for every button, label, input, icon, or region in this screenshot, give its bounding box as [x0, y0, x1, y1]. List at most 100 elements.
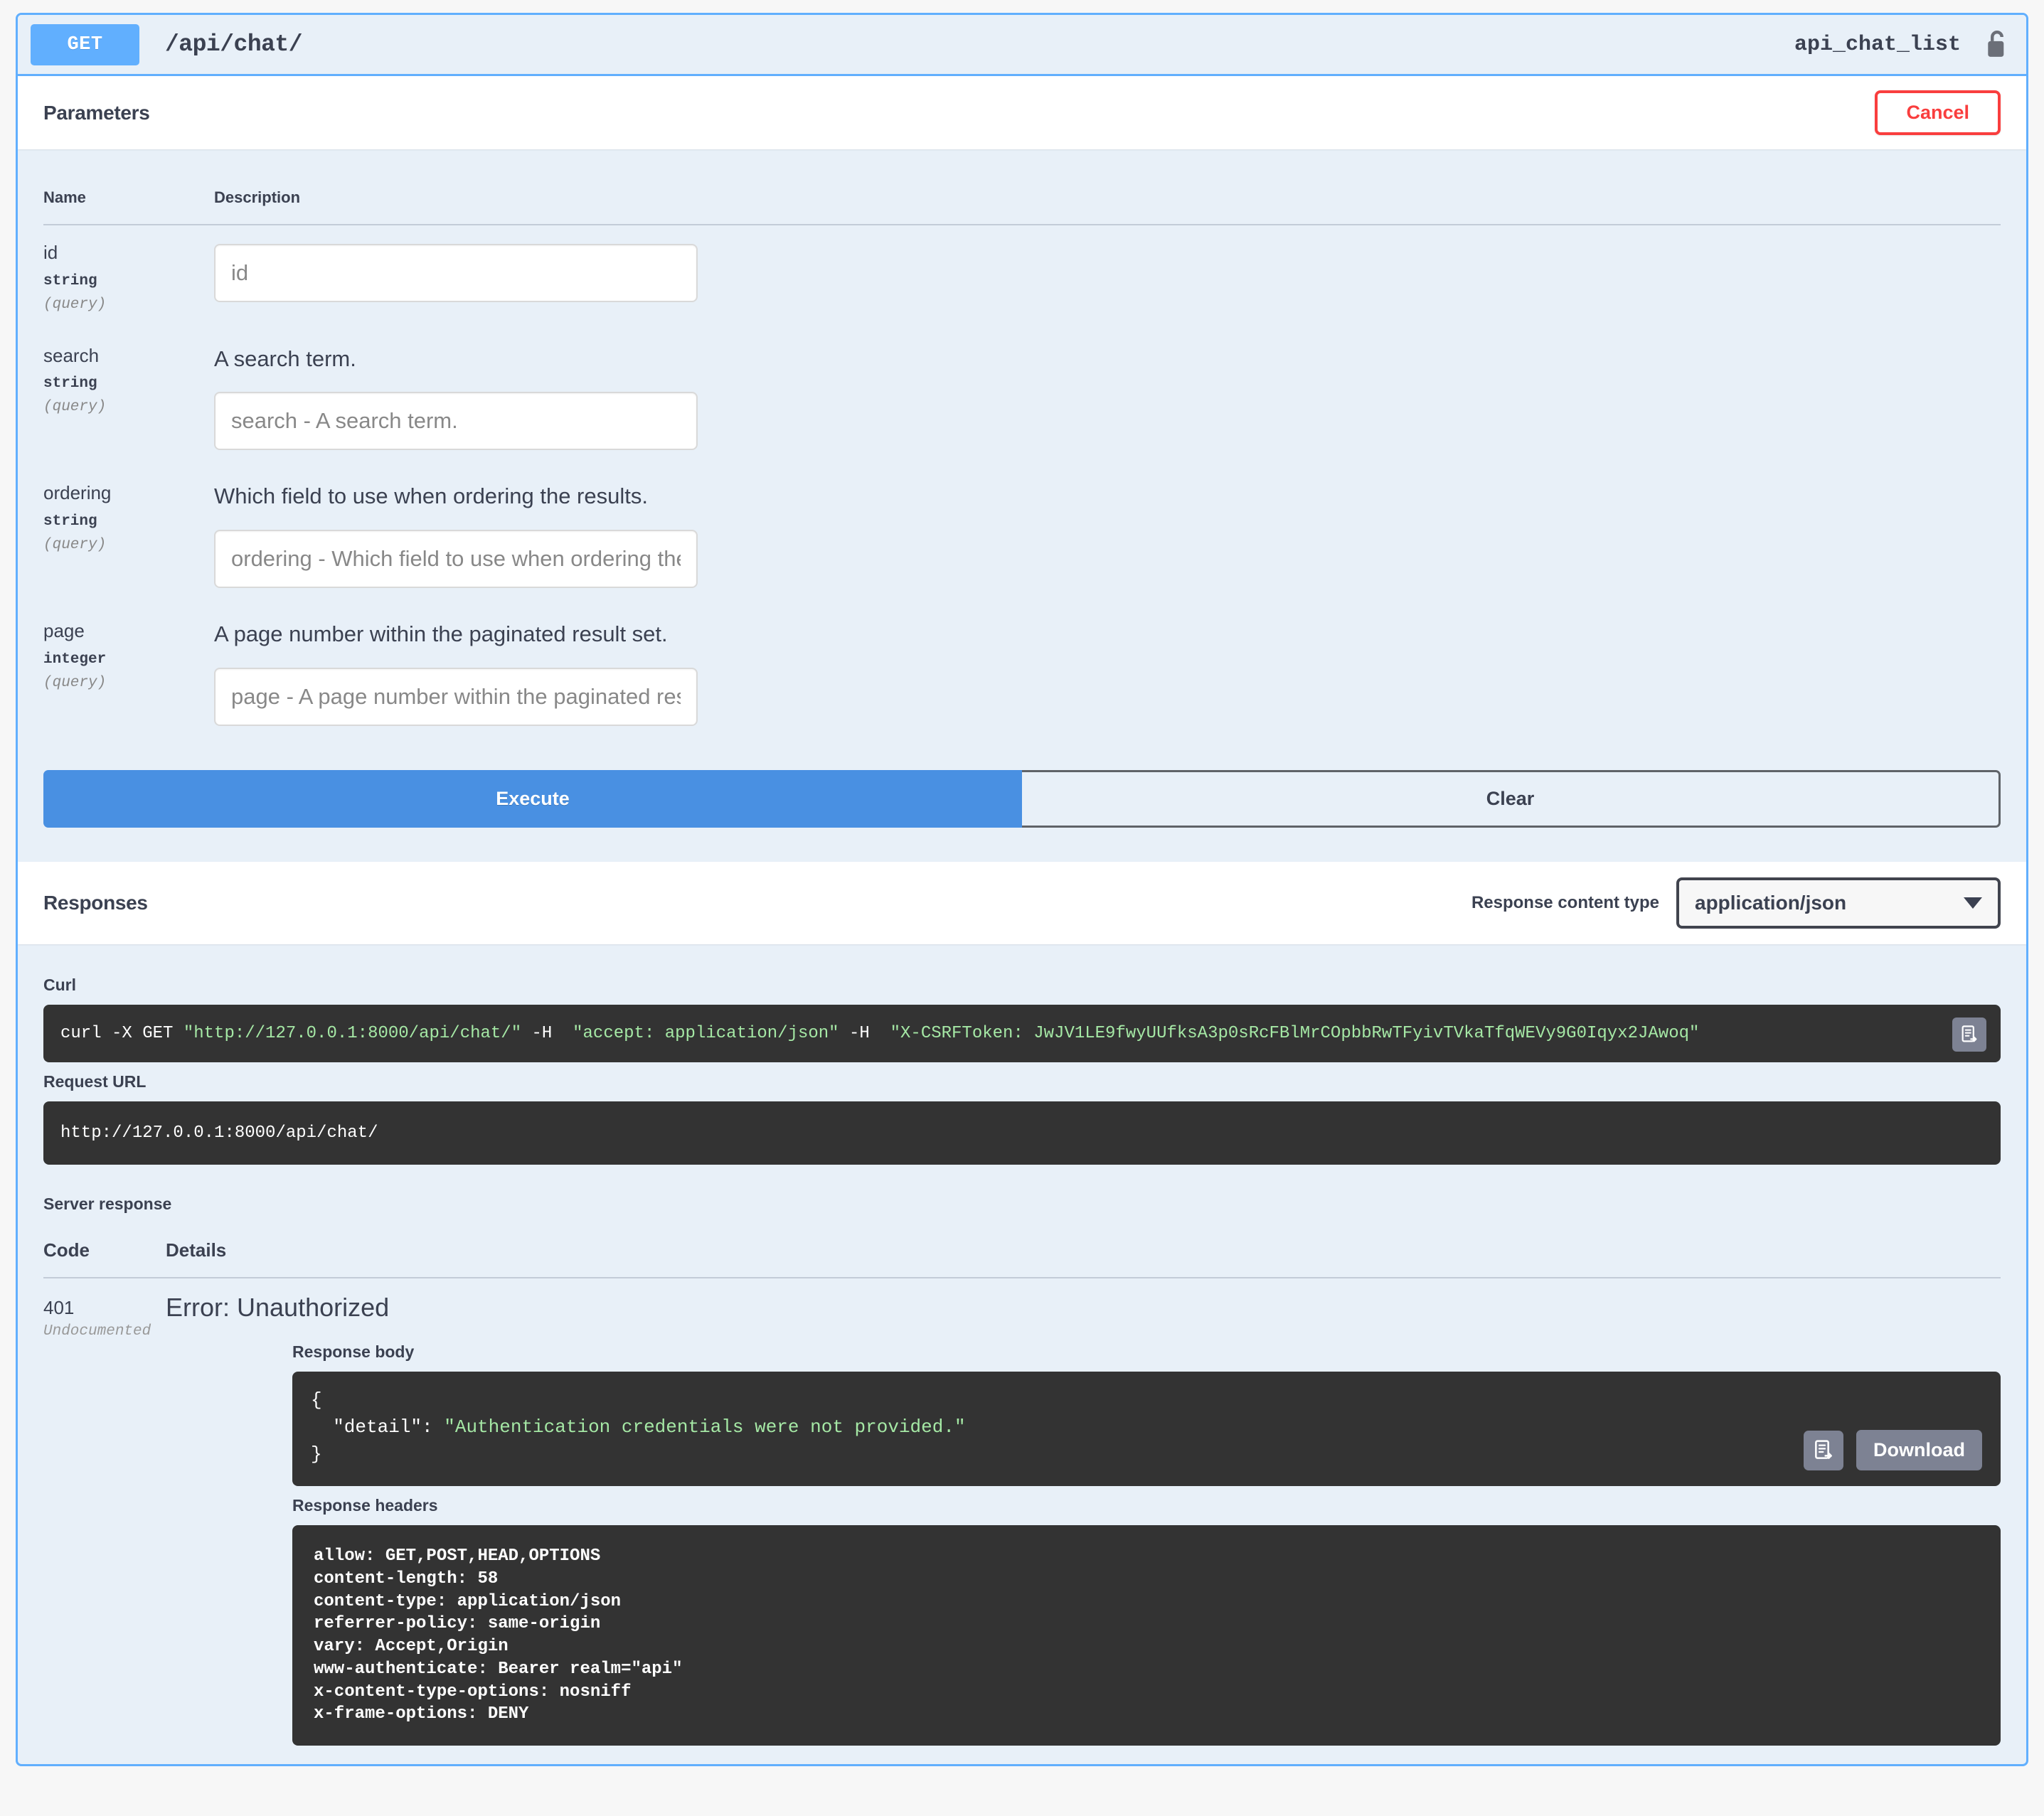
response-content-type-value: application/json — [1695, 892, 1951, 914]
parameter-location: (query) — [43, 537, 214, 553]
response-body-actions: Download — [1804, 1430, 1982, 1470]
parameter-name: ordering — [43, 481, 214, 505]
parameter-name-cell: ordering string (query) — [43, 466, 214, 604]
undocumented-badge: Undocumented — [43, 1323, 166, 1340]
table-row: ordering string (query) Which field to u… — [43, 466, 2001, 604]
parameters-header-row: Name Description — [43, 149, 2001, 225]
copy-to-clipboard-icon — [1812, 1439, 1835, 1462]
parameter-location: (query) — [43, 675, 214, 691]
parameters-body: Name Description id string (query) — [18, 149, 2026, 770]
column-header-name: Name — [43, 149, 214, 225]
curl-command-block: curl -X GET "http://127.0.0.1:8000/api/c… — [43, 1005, 2001, 1062]
body-close-brace: } — [311, 1443, 322, 1465]
search-input-id[interactable] — [214, 244, 698, 302]
parameter-type: string — [43, 273, 214, 289]
body-open-brace: { — [311, 1389, 322, 1411]
server-response-header-row: Code Details — [43, 1227, 2001, 1278]
parameter-description-cell — [214, 225, 2001, 329]
unlock-icon — [1985, 29, 2009, 60]
response-code-cell: 401 Undocumented — [43, 1278, 166, 1745]
parameter-type: string — [43, 375, 214, 392]
parameter-description: Which field to use when ordering the res… — [214, 481, 2001, 511]
parameter-location: (query) — [43, 297, 214, 313]
copy-to-clipboard-icon — [1959, 1025, 1979, 1045]
parameters-section-header: Parameters Cancel — [18, 76, 2026, 149]
parameter-name-cell: id string (query) — [43, 225, 214, 329]
operation-id: api_chat_list — [1794, 33, 1961, 57]
curl-separator-1: -H — [521, 1024, 573, 1043]
header-line: x-content-type-options: nosniff — [314, 1682, 631, 1702]
parameter-name-cell: search string (query) — [43, 329, 214, 466]
header-line: referrer-policy: same-origin — [314, 1614, 600, 1633]
parameter-location: (query) — [43, 399, 214, 415]
curl-prefix: curl -X GET — [60, 1024, 183, 1043]
header-line: vary: Accept,Origin — [314, 1637, 509, 1656]
server-response-table: Code Details 401 Undocumented Error: Una… — [43, 1227, 2001, 1745]
table-row: page integer (query) A page number withi… — [43, 604, 2001, 742]
download-button[interactable]: Download — [1856, 1430, 1982, 1470]
response-body-label: Response body — [292, 1342, 2001, 1362]
parameters-table-body: id string (query) search string (query) — [43, 225, 2001, 742]
body-detail-key: "detail": — [311, 1416, 444, 1438]
response-content-type-select[interactable]: application/json — [1676, 877, 2001, 929]
clear-button[interactable]: Clear — [1022, 770, 2001, 828]
parameter-type: string — [43, 513, 214, 530]
header-line: x-frame-options: DENY — [314, 1704, 528, 1724]
parameters-table: Name Description id string (query) — [43, 149, 2001, 742]
responses-section-header: Responses Response content type applicat… — [18, 862, 2026, 944]
request-url-label: Request URL — [43, 1072, 2001, 1091]
parameter-description-cell: A search term. — [214, 329, 2001, 466]
response-headers-block: allow: GET,POST,HEAD,OPTIONS content-len… — [292, 1525, 2001, 1745]
curl-label: Curl — [43, 976, 2001, 995]
bottom-spacer — [43, 1746, 2001, 1764]
search-input-ordering[interactable] — [214, 530, 698, 588]
operation-path: /api/chat/ — [165, 31, 302, 58]
parameter-name: page — [43, 619, 214, 643]
search-input-search[interactable] — [214, 392, 698, 450]
copy-response-body-button[interactable] — [1804, 1431, 1843, 1470]
execute-button-row: Execute Clear — [18, 770, 2026, 828]
curl-csrf-header: "X-CSRFToken: JwJV1LE9fwyUUfksA3p0sRcFBl… — [890, 1024, 1700, 1043]
response-headers-label: Response headers — [292, 1496, 2001, 1515]
operation-block: GET /api/chat/ api_chat_list Parameters … — [16, 13, 2028, 1766]
response-content-type-label: Response content type — [1471, 893, 1659, 913]
header-line: www-authenticate: Bearer realm="api" — [314, 1660, 682, 1679]
curl-url: "http://127.0.0.1:8000/api/chat/" — [183, 1024, 521, 1043]
server-response-label: Server response — [43, 1195, 2001, 1214]
header-line: content-length: 58 — [314, 1569, 498, 1588]
parameter-type: integer — [43, 651, 214, 668]
http-method-badge: GET — [31, 24, 139, 65]
table-row: 401 Undocumented Error: Unauthorized Res… — [43, 1278, 2001, 1745]
header-line: allow: GET,POST,HEAD,OPTIONS — [314, 1547, 600, 1566]
cancel-button[interactable]: Cancel — [1875, 90, 2001, 135]
table-row: search string (query) A search term. — [43, 329, 2001, 466]
table-row: id string (query) — [43, 225, 2001, 329]
curl-accept-header: "accept: application/json" — [573, 1024, 839, 1043]
parameter-description: A page number within the paginated resul… — [214, 619, 2001, 649]
column-header-description: Description — [214, 149, 2001, 225]
authorization-lock-button[interactable] — [1981, 29, 2013, 60]
column-header-code: Code — [43, 1227, 166, 1278]
server-response-table-body: 401 Undocumented Error: Unauthorized Res… — [43, 1278, 2001, 1745]
search-input-page[interactable] — [214, 668, 698, 726]
response-body-block: { "detail": "Authentication credentials … — [292, 1372, 2001, 1486]
parameter-description-cell: A page number within the paginated resul… — [214, 604, 2001, 742]
operation-summary[interactable]: GET /api/chat/ api_chat_list — [18, 15, 2026, 76]
header-line: content-type: application/json — [314, 1592, 621, 1611]
request-url-block: http://127.0.0.1:8000/api/chat/ — [43, 1101, 2001, 1165]
responses-body: Curl curl -X GET "http://127.0.0.1:8000/… — [18, 944, 2026, 1764]
parameter-name-cell: page integer (query) — [43, 604, 214, 742]
responses-title: Responses — [43, 892, 148, 914]
response-details-cell: Error: Unauthorized Response body { "det… — [166, 1278, 2001, 1745]
chevron-down-icon — [1964, 897, 1982, 909]
execute-button[interactable]: Execute — [43, 770, 1022, 828]
parameters-title: Parameters — [43, 102, 150, 124]
parameter-name: search — [43, 344, 214, 368]
body-detail-value: "Authentication credentials were not pro… — [444, 1416, 965, 1438]
response-details-inner: Response body { "detail": "Authenticatio… — [166, 1342, 2001, 1745]
column-header-details: Details — [166, 1227, 2001, 1278]
copy-curl-button[interactable] — [1952, 1018, 1986, 1052]
parameter-description-cell: Which field to use when ordering the res… — [214, 466, 2001, 604]
response-error-title: Error: Unauthorized — [166, 1293, 2001, 1323]
status-code: 401 — [43, 1297, 166, 1319]
